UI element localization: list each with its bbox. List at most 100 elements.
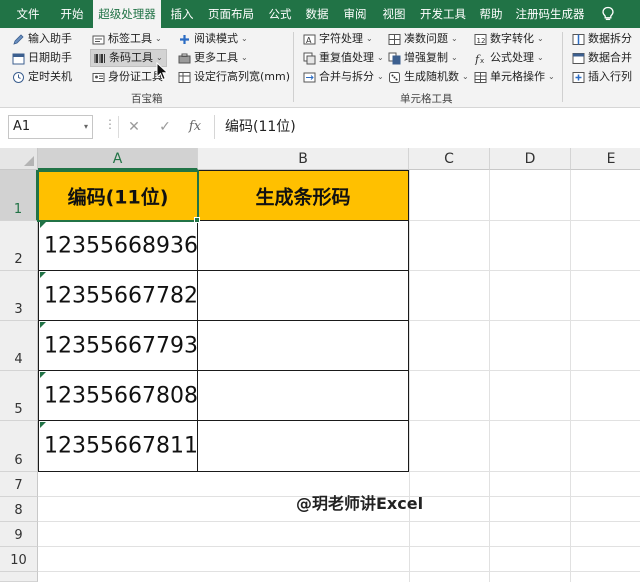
- cell-b6[interactable]: [198, 421, 409, 472]
- data-split-button[interactable]: 数据拆分: [572, 30, 632, 48]
- watermark: @玥老师讲Excel: [296, 494, 424, 513]
- row-header-9[interactable]: 9: [0, 522, 38, 547]
- cell-a4[interactable]: 12355667793: [38, 321, 198, 371]
- lightbulb-icon[interactable]: [601, 6, 615, 22]
- timer-shutdown-label: 定时关机: [28, 70, 72, 83]
- ribbon-panel: 输入助手 日期助手 定时关机 标签工具 ⌄ 条码工具 ⌄ 身份证工具 阅读模式 …: [0, 28, 640, 108]
- code-value: 12355667811: [44, 433, 198, 459]
- row-header-3[interactable]: 3: [0, 271, 38, 321]
- row-number: 2: [14, 252, 23, 267]
- tab-page-layout[interactable]: 页面布局: [203, 0, 259, 28]
- row-header-7[interactable]: 7: [0, 472, 38, 497]
- insert-rows-button[interactable]: 插入行列: [572, 68, 632, 86]
- duplicate-icon: [303, 52, 316, 65]
- char-process-button[interactable]: A 字符处理 ⌄: [303, 30, 373, 48]
- header-barcode-label: 生成条形码: [255, 186, 351, 208]
- insert-function-icon[interactable]: fx: [184, 116, 206, 138]
- cell-b5[interactable]: [198, 371, 409, 421]
- column-header-b[interactable]: B: [198, 148, 409, 170]
- tab-regcode-generator[interactable]: 注册码生成器: [514, 0, 586, 28]
- split-icon: [572, 33, 585, 46]
- confirm-icon[interactable]: ✓: [154, 116, 176, 138]
- cell-a3[interactable]: 12355667782: [38, 271, 198, 321]
- toolbox-icon: [178, 52, 191, 65]
- more-tools-label: 更多工具: [194, 51, 238, 64]
- read-mode-button[interactable]: 阅读模式 ⌄: [178, 30, 248, 48]
- name-box[interactable]: A1 ▾: [8, 115, 93, 139]
- set-row-col-size-button[interactable]: 设定行高列宽(mm): [178, 68, 290, 86]
- svg-text:A: A: [306, 36, 312, 45]
- row-number: 4: [14, 352, 23, 367]
- round-issue-label: 凑数问题: [404, 32, 448, 45]
- tab-review[interactable]: 审阅: [337, 0, 373, 28]
- merge-split-button[interactable]: 合并与拆分 ⌄: [303, 68, 384, 86]
- tab-data[interactable]: 数据: [299, 0, 335, 28]
- row-number: 6: [14, 453, 23, 468]
- code-value: 12355667808: [44, 383, 198, 408]
- text-number-flag: [40, 322, 46, 328]
- row-header-11[interactable]: [0, 572, 38, 582]
- round-issue-button[interactable]: 凑数问题 ⌄: [388, 30, 458, 48]
- cell-a5[interactable]: 12355667808: [38, 371, 198, 421]
- chevron-down-icon[interactable]: ▾: [84, 116, 88, 138]
- column-header-a[interactable]: A: [38, 148, 198, 170]
- column-header-e[interactable]: E: [571, 148, 640, 170]
- date-helper-button[interactable]: 日期助手: [12, 49, 72, 67]
- chevron-down-icon: ⌄: [451, 53, 458, 62]
- input-helper-button[interactable]: 输入助手: [12, 30, 72, 48]
- data-merge-button[interactable]: 数据合并: [572, 49, 632, 67]
- row-number: 9: [14, 528, 23, 543]
- tab-insert[interactable]: 插入: [164, 0, 200, 28]
- formula-process-button[interactable]: fx 公式处理 ⌄: [474, 49, 544, 67]
- tab-help[interactable]: 帮助: [473, 0, 509, 28]
- cell-ops-label: 单元格操作: [490, 70, 545, 83]
- more-tools-button[interactable]: 更多工具 ⌄: [178, 49, 248, 67]
- input-helper-label: 输入助手: [28, 32, 72, 45]
- column-header-d[interactable]: D: [490, 148, 571, 170]
- cancel-icon[interactable]: ✕: [123, 116, 145, 138]
- row-header-10[interactable]: 10: [0, 547, 38, 572]
- insert-row-icon: [572, 71, 585, 84]
- enhanced-copy-button[interactable]: 增强复制 ⌄: [388, 49, 458, 67]
- chevron-down-icon: ⌄: [366, 34, 373, 43]
- cell-b2[interactable]: [198, 221, 409, 271]
- cell-a2[interactable]: 12355668936: [38, 221, 198, 271]
- cell-ops-button[interactable]: 单元格操作 ⌄: [474, 68, 555, 86]
- timer-shutdown-button[interactable]: 定时关机: [12, 68, 72, 86]
- dice-icon: [388, 71, 401, 84]
- cell-a6[interactable]: 12355667811: [38, 421, 198, 472]
- formula-bar-resize-handle[interactable]: ⋮: [104, 117, 116, 131]
- char-process-label: 字符处理: [319, 32, 363, 45]
- tab-developer[interactable]: 开发工具: [414, 0, 472, 28]
- tab-file[interactable]: 文件: [10, 0, 46, 28]
- cell-b4[interactable]: [198, 321, 409, 371]
- column-header-c[interactable]: C: [409, 148, 490, 170]
- formula-input[interactable]: 编码(11位): [214, 115, 640, 139]
- row-header-1[interactable]: 1: [0, 170, 38, 221]
- group-separator: [562, 32, 563, 102]
- row-header-4[interactable]: 4: [0, 321, 38, 371]
- tab-home[interactable]: 开始: [54, 0, 90, 28]
- tab-formulas[interactable]: 公式: [262, 0, 298, 28]
- cell-b3[interactable]: [198, 271, 409, 321]
- tab-view[interactable]: 视图: [376, 0, 412, 28]
- label-tool-button[interactable]: 标签工具 ⌄: [92, 30, 162, 48]
- random-number-button[interactable]: 生成随机数 ⌄: [388, 68, 469, 86]
- row-header-6[interactable]: 6: [0, 421, 38, 472]
- dup-process-button[interactable]: 重复值处理 ⌄: [303, 49, 384, 67]
- row-header-8[interactable]: 8: [0, 497, 38, 522]
- fill-handle[interactable]: [194, 217, 200, 223]
- data-split-label: 数据拆分: [588, 32, 632, 45]
- gridline: [38, 571, 640, 572]
- text-number-flag: [40, 372, 46, 378]
- cell-b1[interactable]: 生成条形码: [198, 170, 409, 221]
- select-all-corner[interactable]: [0, 148, 38, 170]
- num-convert-button[interactable]: 12 数字转化 ⌄: [474, 30, 544, 48]
- row-header-2[interactable]: 2: [0, 221, 38, 271]
- row-header-5[interactable]: 5: [0, 371, 38, 421]
- group-label-cell-tools: 单元格工具: [400, 93, 453, 105]
- row-number: 7: [14, 478, 23, 493]
- id-card-tool-button[interactable]: 身份证工具: [92, 68, 163, 86]
- tab-super-processor[interactable]: 超级处理器: [93, 0, 161, 28]
- chevron-down-icon: ⌄: [241, 53, 248, 62]
